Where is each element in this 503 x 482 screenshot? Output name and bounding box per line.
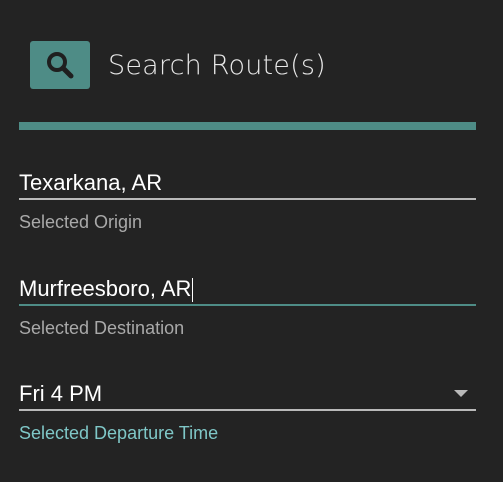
search-button[interactable] [30,41,90,89]
text-caret [192,278,194,303]
destination-field: Murfreesboro, AR Selected Destination [19,274,476,339]
origin-field: Texarkana, AR Selected Origin [19,168,476,233]
origin-input[interactable]: Texarkana, AR [19,168,476,198]
chevron-down-icon[interactable] [454,390,468,397]
destination-input[interactable]: Murfreesboro, AR [19,276,191,301]
departure-select[interactable]: Fri 4 PM [19,379,476,409]
page-title: Search Route(s) [108,49,326,81]
search-icon [47,52,74,79]
destination-input-wrapper[interactable]: Murfreesboro, AR [19,274,476,304]
header-divider [19,122,476,130]
destination-hint: Selected Destination [19,318,185,338]
destination-underline [19,304,476,306]
departure-underline [19,409,476,411]
departure-hint: Selected Departure Time [19,423,219,443]
panel-header: Search Route(s) [30,41,326,89]
origin-hint: Selected Origin [19,212,143,232]
search-route-panel: Search Route(s) Texarkana, AR Selected O… [0,0,503,482]
origin-underline [19,198,476,200]
departure-selected-value: Fri 4 PM [19,381,103,406]
departure-field: Fri 4 PM Selected Departure Time [19,379,476,444]
